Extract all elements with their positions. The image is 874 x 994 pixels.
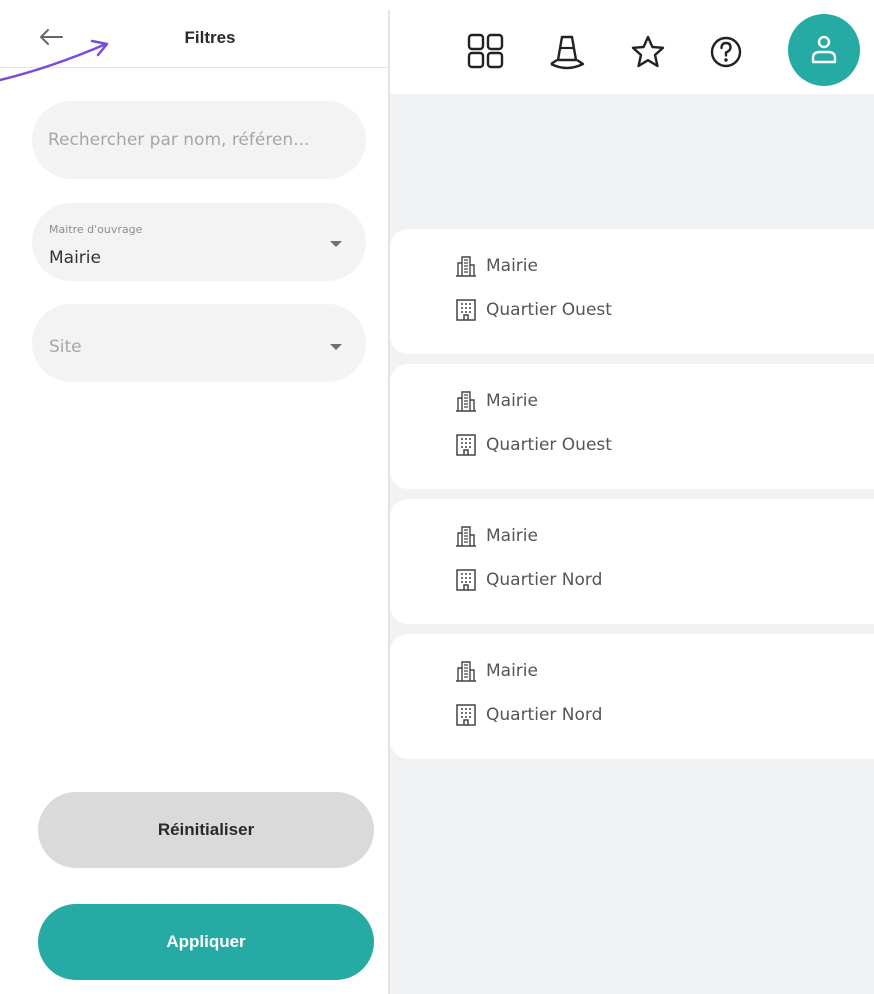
card-site: Quartier Ouest [486, 300, 612, 320]
apply-button[interactable]: Appliquer [38, 904, 374, 980]
card-owner: Mairie [486, 661, 538, 681]
favorites-button[interactable] [628, 32, 668, 72]
panel-title: Filtres [184, 28, 236, 47]
card-site: Quartier Nord [486, 705, 603, 725]
site-select-placeholder: Site [49, 337, 82, 357]
annotation-arrow-icon [0, 39, 109, 82]
building-icon [456, 256, 476, 277]
grid-button[interactable] [466, 32, 506, 72]
card-owner: Mairie [486, 391, 538, 411]
caret-down-icon [330, 241, 342, 247]
list-item[interactable]: Mairie Quartier Ouest [390, 364, 874, 489]
content-area: Mairie Quartier Ouest Mairie Quartier Ou… [390, 10, 874, 994]
owner-select[interactable]: Maitre d'ouvrage Mairie [32, 203, 366, 281]
site-row: Quartier Nord [454, 702, 602, 728]
owner-row: Mairie [454, 658, 538, 684]
card-site: Quartier Nord [486, 570, 603, 590]
owner-row: Mairie [454, 388, 538, 414]
owner-select-label: Maitre d'ouvrage [49, 223, 143, 236]
site-row: Quartier Ouest [454, 297, 612, 323]
list-item[interactable]: Mairie Quartier Nord [390, 499, 874, 624]
site-row: Quartier Ouest [454, 432, 612, 458]
wizard-hat-icon [550, 35, 585, 70]
help-icon [710, 36, 742, 68]
building-icon [456, 526, 476, 547]
owner-row: Mairie [454, 523, 538, 549]
help-button[interactable] [706, 32, 746, 72]
filter-panel: Filtres Maitre d'ouvrage Mairie Site Réi… [0, 10, 388, 994]
owner-row: Mairie [454, 253, 538, 279]
star-icon [631, 35, 665, 68]
reset-button[interactable]: Réinitialiser [38, 792, 374, 868]
user-menu-button[interactable] [788, 14, 860, 86]
wizard-button[interactable] [547, 32, 587, 72]
owner-select-value: Mairie [49, 248, 101, 268]
card-owner: Mairie [486, 526, 538, 546]
office-building-icon [456, 704, 476, 726]
search-input[interactable] [48, 101, 353, 179]
search-field [32, 101, 366, 179]
office-building-icon [456, 569, 476, 591]
card-site: Quartier Ouest [486, 435, 612, 455]
building-icon [456, 391, 476, 412]
list-item[interactable]: Mairie Quartier Nord [390, 634, 874, 759]
user-icon [811, 35, 837, 64]
caret-down-icon [330, 344, 342, 350]
site-row: Quartier Nord [454, 567, 602, 593]
top-toolbar [390, 10, 874, 94]
office-building-icon [456, 299, 476, 321]
office-building-icon [456, 434, 476, 456]
site-select[interactable]: Site [32, 304, 366, 382]
grid-icon [467, 33, 504, 69]
card-owner: Mairie [486, 256, 538, 276]
list-item[interactable]: Mairie Quartier Ouest [390, 229, 874, 354]
building-icon [456, 661, 476, 682]
